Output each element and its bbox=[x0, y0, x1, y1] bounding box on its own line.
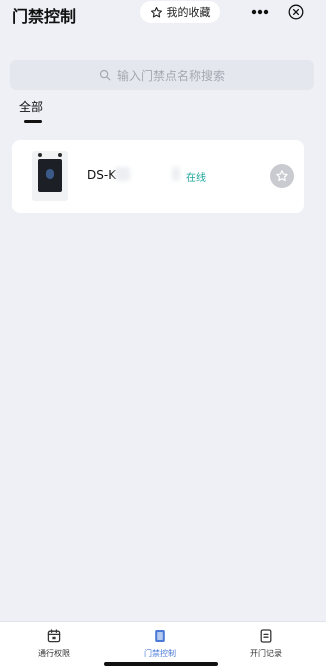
device-name: DS-K bbox=[87, 168, 117, 182]
tab-access-control[interactable]: 门禁控制 bbox=[125, 628, 195, 664]
redacted-block bbox=[172, 167, 180, 181]
door-icon bbox=[155, 630, 165, 642]
calendar-icon bbox=[47, 629, 61, 643]
device-thumbnail bbox=[32, 151, 68, 201]
tab-open-records[interactable]: 开门记录 bbox=[231, 628, 301, 664]
more-dots-icon bbox=[251, 9, 269, 15]
tab-active-indicator bbox=[24, 120, 42, 123]
more-options-button[interactable] bbox=[250, 2, 270, 22]
tab-label: 门禁控制 bbox=[144, 649, 176, 658]
search-input[interactable]: 输入门禁点名称搜索 bbox=[10, 60, 314, 90]
star-icon bbox=[276, 170, 288, 182]
star-outline-icon bbox=[150, 6, 162, 17]
page-title: 门禁控制 bbox=[12, 7, 77, 26]
search-placeholder: 输入门禁点名称搜索 bbox=[116, 68, 225, 83]
home-indicator bbox=[104, 662, 218, 666]
search-icon bbox=[99, 69, 111, 81]
header: 门禁控制 我的收藏 bbox=[0, 0, 326, 30]
tab-all[interactable]: 全部 bbox=[19, 98, 43, 115]
tab-label: 通行权限 bbox=[38, 649, 70, 658]
tab-access-permission[interactable]: 通行权限 bbox=[19, 628, 89, 664]
redacted-block bbox=[115, 167, 130, 181]
record-icon bbox=[260, 629, 272, 643]
close-icon[interactable] bbox=[288, 4, 304, 20]
device-status-badge: 在线 bbox=[186, 173, 206, 184]
my-favorites-button[interactable]: 我的收藏 bbox=[140, 1, 220, 23]
favorite-toggle-button[interactable] bbox=[270, 164, 294, 188]
tab-label: 开门记录 bbox=[250, 649, 282, 658]
my-favorites-label: 我的收藏 bbox=[166, 6, 211, 19]
device-list-item[interactable]: DS-K 在线 bbox=[12, 140, 304, 213]
